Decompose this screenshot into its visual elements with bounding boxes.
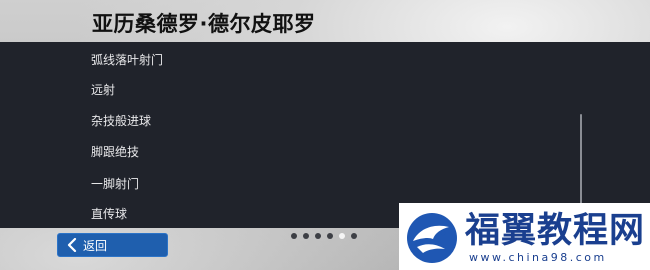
skill-item[interactable]: 一脚射门 <box>91 175 139 192</box>
skills-panel: 弧线落叶射门 远射 杂技般进球 脚跟绝技 一脚射门 直传球 <box>0 42 650 228</box>
page-dot[interactable] <box>327 233 333 239</box>
eagle-logo-icon <box>407 213 457 263</box>
skill-item[interactable]: 直传球 <box>91 205 127 222</box>
header: 亚历桑德罗·德尔皮耶罗 <box>0 0 650 42</box>
watermark: 福翼教程网 www.china98.com <box>399 203 650 270</box>
page-dot[interactable] <box>303 233 309 239</box>
watermark-url: www.china98.com <box>469 251 607 264</box>
skill-item[interactable]: 杂技般进球 <box>91 112 151 129</box>
skill-item[interactable]: 远射 <box>91 81 115 98</box>
back-button[interactable]: 返回 <box>57 233 168 257</box>
page-dot[interactable] <box>291 233 297 239</box>
page-dot[interactable] <box>315 233 321 239</box>
scrollbar[interactable] <box>580 114 582 210</box>
page-dot-active[interactable] <box>339 233 345 239</box>
skill-list[interactable]: 弧线落叶射门 远射 杂技般进球 脚跟绝技 一脚射门 直传球 <box>0 42 600 228</box>
skill-item[interactable]: 弧线落叶射门 <box>91 51 163 68</box>
player-name-title: 亚历桑德罗·德尔皮耶罗 <box>92 12 316 36</box>
watermark-title: 福翼教程网 <box>465 211 646 251</box>
page-indicator <box>291 233 357 241</box>
chevron-left-icon <box>64 237 80 253</box>
skill-item[interactable]: 脚跟绝技 <box>91 143 139 160</box>
page-dot[interactable] <box>351 233 357 239</box>
back-button-label: 返回 <box>83 238 108 253</box>
